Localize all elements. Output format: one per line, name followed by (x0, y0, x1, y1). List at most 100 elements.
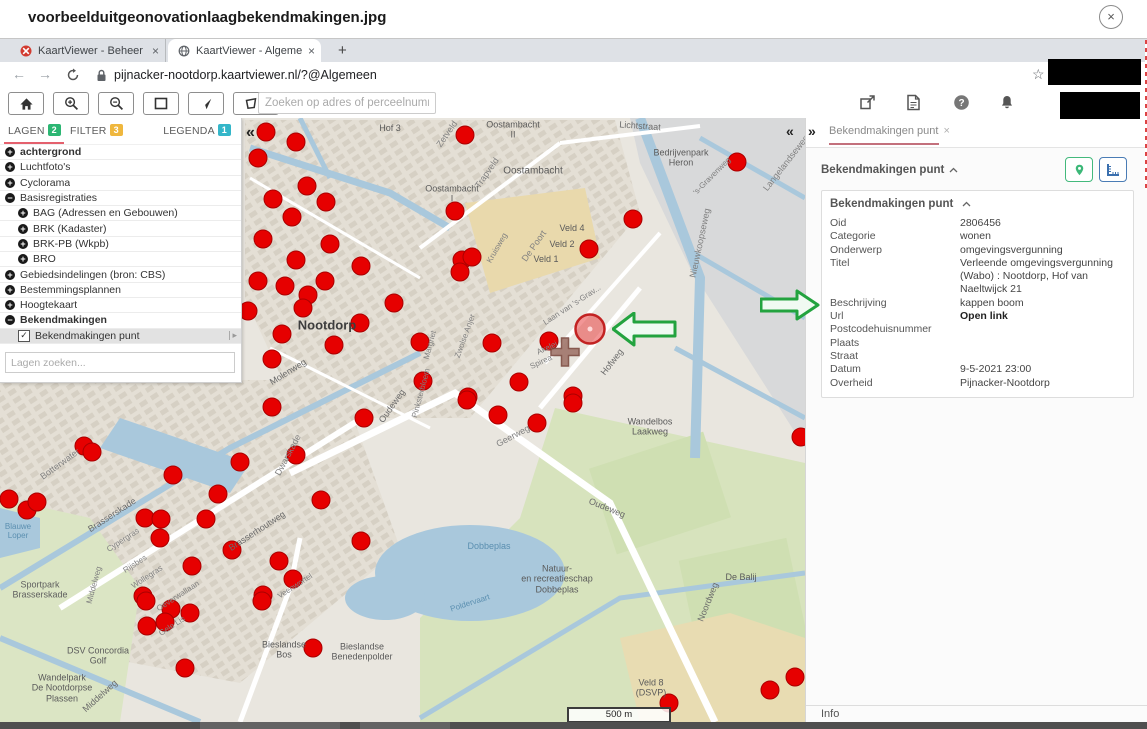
map-marker[interactable] (284, 570, 302, 588)
layer-item[interactable]: ✓Bekendmakingen punt▸ (0, 329, 241, 344)
map-marker[interactable] (181, 604, 199, 622)
layer-item[interactable]: +BRK-PB (Wkpb) (0, 237, 241, 252)
map-marker[interactable] (249, 149, 267, 167)
map-marker[interactable] (294, 299, 312, 317)
layer-checkbox-checked[interactable]: ✓ (18, 330, 30, 342)
map-marker[interactable] (156, 613, 174, 631)
expand-node-icon[interactable]: + (18, 208, 28, 218)
map-marker[interactable] (283, 208, 301, 226)
map-marker[interactable] (580, 240, 598, 258)
map-marker[interactable] (312, 491, 330, 509)
map[interactable]: Hof 3ZetveldOostambacht IILichtstraatBed… (0, 118, 805, 722)
zoom-in-button[interactable] (53, 92, 89, 115)
map-marker[interactable] (176, 659, 194, 677)
tab-filter[interactable]: FILTER3 (70, 124, 123, 137)
map-marker[interactable] (263, 350, 281, 368)
collapse-node-icon[interactable]: − (5, 193, 15, 203)
map-marker[interactable] (287, 446, 305, 464)
expand-node-icon[interactable]: + (18, 239, 28, 249)
layer-item[interactable]: +Hoogtekaart (0, 298, 241, 313)
notifications-bell-icon[interactable] (999, 94, 1015, 111)
map-marker[interactable] (728, 153, 746, 171)
home-button[interactable] (8, 92, 44, 115)
zoom-to-feature-button[interactable] (1065, 157, 1093, 182)
map-marker[interactable] (183, 557, 201, 575)
map-marker[interactable] (231, 453, 249, 471)
section-title[interactable]: Bekendmakingen punt (821, 164, 958, 176)
search-input[interactable] (258, 92, 436, 114)
layer-item[interactable]: +BRK (Kadaster) (0, 221, 241, 236)
layer-item[interactable]: +BAG (Adressen en Gebouwen) (0, 206, 241, 221)
help-icon[interactable]: ? (953, 94, 970, 111)
panel-expand-icon[interactable]: » (808, 123, 816, 139)
panel-tab-bekendmakingen-punt[interactable]: Bekendmakingen punt× (829, 125, 950, 137)
map-marker[interactable] (273, 325, 291, 343)
panel-tab-close-icon[interactable]: × (943, 125, 949, 137)
map-marker[interactable] (624, 210, 642, 228)
card-title[interactable]: Bekendmakingen punt (830, 198, 1125, 210)
map-marker[interactable] (209, 485, 227, 503)
expand-node-icon[interactable]: + (5, 147, 15, 157)
map-marker[interactable] (249, 272, 267, 290)
map-marker[interactable] (276, 277, 294, 295)
map-marker[interactable] (287, 133, 305, 151)
map-marker[interactable] (197, 510, 215, 528)
share-icon[interactable] (859, 94, 876, 111)
map-marker[interactable] (137, 592, 155, 610)
map-marker[interactable] (458, 391, 476, 409)
map-marker[interactable] (298, 177, 316, 195)
bookmark-star-icon[interactable]: ☆ (1032, 66, 1045, 83)
expand-node-icon[interactable]: + (18, 254, 28, 264)
url-text[interactable]: pijnacker-nootdorp.kaartviewer.nl/?@Alge… (114, 68, 377, 82)
map-marker[interactable] (136, 509, 154, 527)
layer-item[interactable]: −Basisregistraties (0, 191, 241, 206)
map-marker[interactable] (321, 235, 339, 253)
map-marker[interactable] (304, 639, 322, 657)
open-link[interactable]: Open link (960, 310, 1125, 323)
map-marker[interactable] (792, 428, 805, 446)
map-marker[interactable] (451, 263, 469, 281)
map-marker[interactable] (0, 490, 18, 508)
sidebar-collapse-icon[interactable]: « (246, 124, 255, 142)
map-marker[interactable] (510, 373, 528, 391)
map-marker[interactable] (138, 617, 156, 635)
map-marker[interactable] (528, 414, 546, 432)
locate-button[interactable] (188, 92, 224, 115)
map-marker[interactable] (564, 394, 582, 412)
map-marker[interactable] (223, 541, 241, 559)
map-marker[interactable] (456, 126, 474, 144)
map-marker[interactable] (540, 332, 558, 350)
measure-button[interactable] (1099, 157, 1127, 182)
map-marker[interactable] (761, 681, 779, 699)
map-marker[interactable] (264, 190, 282, 208)
layer-options-arrow-icon[interactable]: ▸ (229, 331, 237, 340)
map-marker[interactable] (151, 529, 169, 547)
back-icon[interactable]: ← (12, 66, 26, 82)
map-marker[interactable] (385, 294, 403, 312)
map-marker[interactable] (446, 202, 464, 220)
map-marker[interactable] (489, 406, 507, 424)
map-marker[interactable] (257, 123, 275, 141)
new-tab-button[interactable]: + (332, 41, 353, 60)
reload-icon[interactable] (66, 68, 80, 82)
map-marker[interactable] (254, 230, 272, 248)
tab-close-icon[interactable]: × (152, 44, 159, 58)
map-marker[interactable] (786, 668, 804, 686)
layer-item[interactable]: +Gebiedsindelingen (bron: CBS) (0, 267, 241, 282)
map-marker[interactable] (253, 592, 271, 610)
map-marker[interactable] (270, 552, 288, 570)
map-marker[interactable] (414, 372, 432, 390)
map-marker[interactable] (463, 248, 481, 266)
layer-item[interactable]: +Bestemmingsplannen (0, 283, 241, 298)
map-marker[interactable] (483, 334, 501, 352)
expand-node-icon[interactable]: + (5, 178, 15, 188)
layer-item[interactable]: +BRO (0, 252, 241, 267)
tab-lagen[interactable]: LAGEN2 (8, 124, 61, 137)
map-marker[interactable] (325, 336, 343, 354)
expand-node-icon[interactable]: + (5, 162, 15, 172)
map-marker[interactable] (355, 409, 373, 427)
layer-item[interactable]: +Luchtfoto's (0, 160, 241, 175)
map-marker[interactable] (351, 314, 369, 332)
map-marker[interactable] (352, 257, 370, 275)
pdf-export-icon[interactable] (906, 94, 921, 111)
